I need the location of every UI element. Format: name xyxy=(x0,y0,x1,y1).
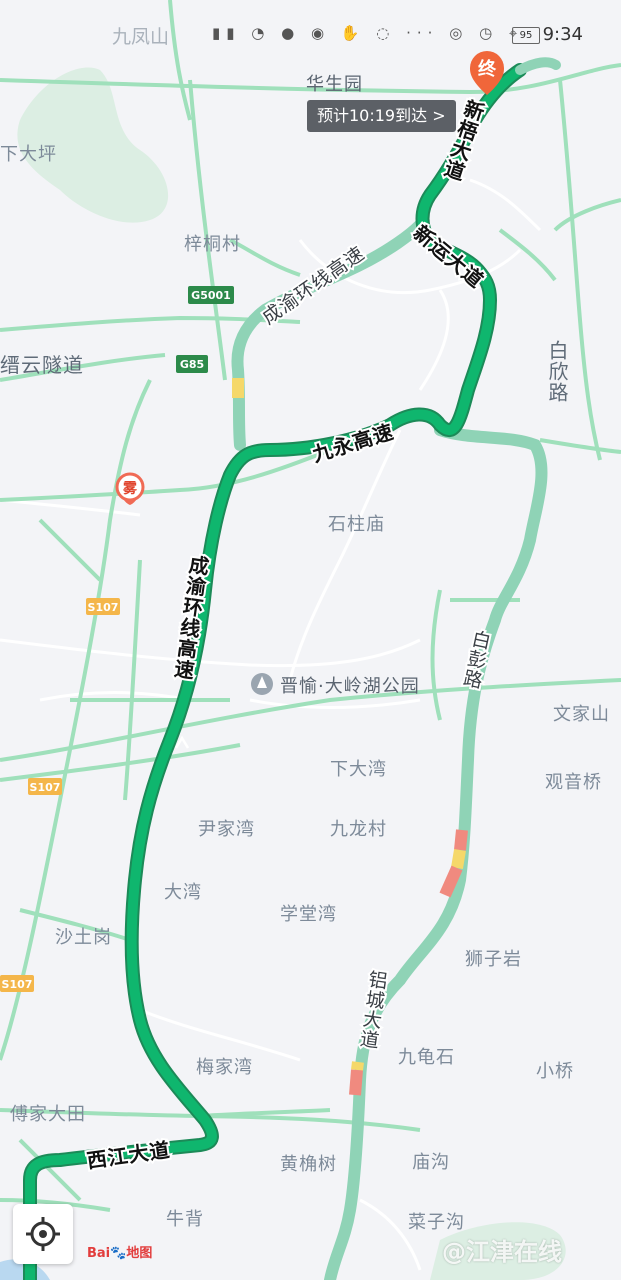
road-label-baixin: 白欣路 xyxy=(545,340,569,403)
place-label: 九龟石 xyxy=(398,1047,455,1068)
place-label: 华生园 xyxy=(306,74,363,95)
shield-s107: S107 xyxy=(0,975,34,992)
svg-text:G85: G85 xyxy=(180,358,204,371)
place-label: 庙沟 xyxy=(412,1152,450,1173)
place-label: 大湾 xyxy=(164,882,202,903)
status-icons: ▮▮ ◔ ● ◉ ✋ ◌ ··· ◎ ◷ ⌖ xyxy=(212,24,524,42)
svg-text:终: 终 xyxy=(478,58,497,80)
baidu-logo: Bai🐾地图 xyxy=(87,1246,153,1261)
place-label: 狮子岩 xyxy=(465,949,522,970)
shield-s107: S107 xyxy=(86,598,120,615)
svg-text:G5001: G5001 xyxy=(191,289,231,302)
place-label: 石柱庙 xyxy=(328,514,385,535)
shield-g85: G85 xyxy=(176,355,208,373)
place-label: 观音桥 xyxy=(545,772,602,793)
place-label: 下大坪 xyxy=(0,144,57,165)
svg-text:S107: S107 xyxy=(2,978,33,991)
locate-button[interactable] xyxy=(13,1204,73,1264)
traffic-jam-segment xyxy=(454,829,468,851)
eta-badge[interactable]: 预计10:19到达 > xyxy=(307,100,456,132)
location-name: 九凤山 xyxy=(112,26,170,48)
svg-text:S107: S107 xyxy=(30,781,61,794)
crosshair-icon xyxy=(26,1217,60,1251)
battery-icon: 95 xyxy=(512,27,540,44)
traffic-jam-segment xyxy=(349,1069,363,1096)
place-label: 傅家大田 xyxy=(10,1104,86,1125)
svg-text:晋愉·大岭湖公园: 晋愉·大岭湖公园 xyxy=(280,676,420,697)
road-label-jinyun: 缙云隧道 xyxy=(0,353,84,377)
place-label: 梅家湾 xyxy=(196,1057,253,1078)
map-canvas[interactable]: G5001 G85 S107 S107 S107 华生园 下大坪 梓桐村 石柱庙… xyxy=(0,0,621,1280)
shield-g5001: G5001 xyxy=(188,286,234,304)
svg-text:S107: S107 xyxy=(88,601,119,614)
place-label: 文家山 xyxy=(553,704,610,725)
svg-text:雾: 雾 xyxy=(122,480,138,497)
place-label: 九龙村 xyxy=(330,819,387,840)
place-label: 学堂湾 xyxy=(280,904,337,925)
traffic-slow-segment xyxy=(451,849,466,869)
status-bar: 九凤山 ▮▮ ◔ ● ◉ ✋ ◌ ··· ◎ ◷ ⌖ 95 9:34 xyxy=(0,22,621,52)
place-label: 牛背 xyxy=(166,1209,204,1230)
traffic-slow-segment xyxy=(351,1061,364,1071)
watermark: @江津在线 xyxy=(442,1238,562,1266)
place-label: 小桥 xyxy=(536,1061,574,1082)
clock: 9:34 xyxy=(542,24,583,45)
place-label: 梓桐村 xyxy=(184,234,241,255)
place-label: 下大湾 xyxy=(330,759,387,780)
place-label: 尹家湾 xyxy=(198,819,255,840)
place-label: 沙土岗 xyxy=(55,927,112,948)
place-label: 菜子沟 xyxy=(408,1212,465,1233)
place-label: 黄桷树 xyxy=(280,1154,337,1175)
shield-s107: S107 xyxy=(28,778,62,795)
